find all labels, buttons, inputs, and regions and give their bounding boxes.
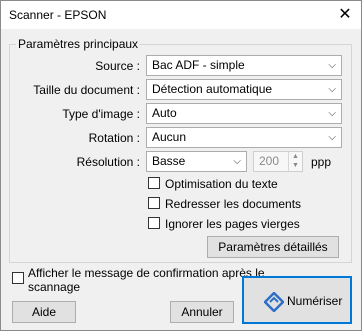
- help-button[interactable]: Aide: [12, 301, 76, 323]
- window-title: Scanner - EPSON: [9, 8, 107, 22]
- source-label: Source :: [95, 59, 140, 73]
- chevron-down-icon: ⌵: [328, 60, 336, 71]
- spinner-arrows-icon[interactable]: ▲ ▼: [288, 152, 302, 171]
- resolution-label: Résolution :: [76, 155, 140, 169]
- straighten-checkbox[interactable]: [148, 197, 160, 209]
- title-bar: Scanner - EPSON ✕: [1, 1, 361, 29]
- rotation-value: Aucun: [152, 130, 187, 144]
- cancel-button[interactable]: Annuler: [170, 301, 234, 323]
- document-size-label: Taille du document :: [33, 83, 140, 97]
- rotation-label: Rotation :: [88, 131, 140, 145]
- confirm-message-line2: scannage: [28, 280, 81, 294]
- resolution-number: 200: [259, 154, 280, 168]
- document-size-value: Détection automatique: [152, 82, 273, 96]
- text-optimization-label: Optimisation du texte: [165, 177, 278, 191]
- confirm-message-label: Afficher le message de confirmation aprè…: [28, 266, 265, 294]
- image-type-select[interactable]: Auto ⌵: [146, 103, 342, 124]
- confirm-message-checkbox[interactable]: [12, 272, 24, 284]
- source-value: Bac ADF - simple: [152, 58, 245, 72]
- advanced-settings-button[interactable]: Paramètres détaillés: [207, 236, 339, 258]
- document-size-select[interactable]: Détection automatique ⌵: [146, 79, 342, 100]
- scan-diamond-icon: [264, 292, 284, 312]
- ignore-blank-checkbox[interactable]: [148, 217, 160, 229]
- close-icon[interactable]: ✕: [335, 5, 355, 25]
- straighten-label: Redresser les documents: [165, 197, 302, 211]
- resolution-spinner[interactable]: 200 ▲ ▼: [253, 151, 303, 172]
- source-select[interactable]: Bac ADF - simple ⌵: [146, 55, 342, 76]
- rotation-select[interactable]: Aucun ⌵: [146, 127, 342, 148]
- chevron-down-icon: ⌵: [328, 132, 336, 143]
- image-type-value: Auto: [152, 106, 177, 120]
- ignore-blank-label: Ignorer les pages vierges: [165, 217, 300, 231]
- image-type-label: Type d'image :: [62, 107, 140, 121]
- group-title: Paramètres principaux: [16, 37, 141, 51]
- chevron-down-icon: ⌵: [328, 108, 336, 119]
- text-optimization-checkbox[interactable]: [148, 177, 160, 189]
- confirm-message-line1: Afficher le message de confirmation aprè…: [28, 266, 265, 280]
- resolution-select[interactable]: Basse ⌵: [146, 151, 247, 172]
- scan-button-label: Numériser: [287, 294, 343, 308]
- resolution-unit: ppp: [311, 155, 332, 169]
- scan-button[interactable]: Numériser: [242, 276, 352, 324]
- chevron-down-icon: ⌵: [233, 156, 241, 167]
- chevron-down-icon: ⌵: [328, 84, 336, 95]
- resolution-value: Basse: [152, 154, 186, 168]
